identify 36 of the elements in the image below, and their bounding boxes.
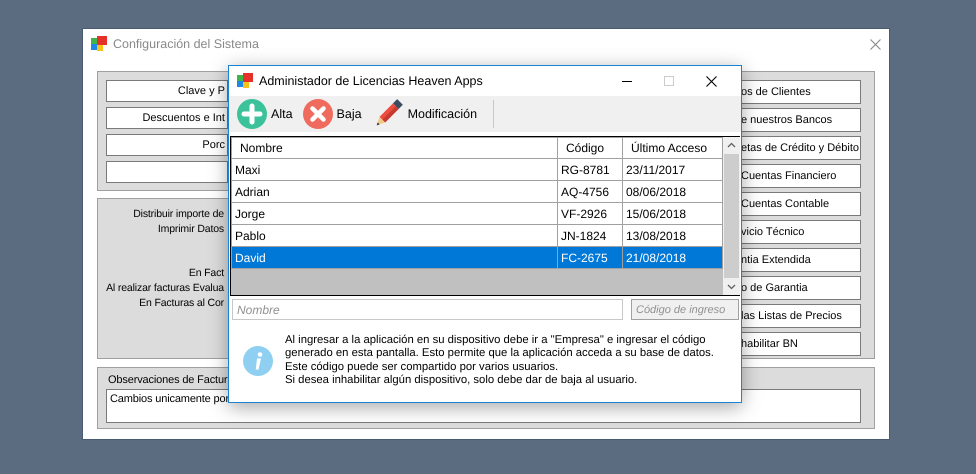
settings-button[interactable]: Descuentos e Int — [106, 107, 228, 129]
table-cell[interactable]: 23/11/2017 — [622, 158, 722, 180]
settings-button[interactable] — [106, 161, 228, 183]
close-icon[interactable] — [706, 76, 717, 86]
option-label: Al realizar facturas Evalua — [105, 281, 226, 296]
add-button[interactable]: Alta — [233, 97, 299, 131]
table-cell[interactable]: 21/08/2018 — [622, 246, 722, 268]
column-header[interactable]: Nombre — [232, 138, 558, 158]
name-field[interactable]: Nombre — [232, 299, 623, 320]
delete-button[interactable]: Baja — [298, 97, 368, 131]
table-cell[interactable]: 15/06/2018 — [622, 202, 722, 224]
table-cell[interactable]: 08/06/2018 — [622, 180, 722, 202]
column-header[interactable]: Código — [558, 138, 622, 158]
table-cell[interactable]: Jorge — [232, 202, 558, 224]
table-cell[interactable]: Maxi — [232, 158, 558, 180]
settings-button[interactable]: Clave y P — [106, 80, 228, 102]
dialog-title: Administador de Licencias Heaven Apps — [259, 72, 483, 90]
table-cell[interactable]: VF-2926 — [558, 202, 622, 224]
column-header[interactable]: Último Acceso — [622, 138, 722, 158]
edit-button[interactable]: Modificación — [368, 97, 484, 131]
info-text: Al ingresar a la aplicación en su dispositivo debe ir a "Empresa" e ingresar el código generado en esta pantalla. Esto permite que la aplicación acceda a su base de datos. Este código puede ser compartido por varios usuarios. Si desea inhabilitar algún dispositivo, solo debe dar de baja al usuario. — [285, 334, 714, 388]
table-cell[interactable]: David — [232, 246, 558, 268]
delete-icon — [302, 99, 333, 129]
option-label: En Fact — [188, 266, 226, 281]
settings-button[interactable]: Porc — [106, 134, 228, 156]
table-cell[interactable]: AQ-4756 — [558, 180, 622, 202]
observations-label: Observaciones de Factur — [108, 373, 228, 388]
plus-icon — [237, 99, 267, 129]
app-logo-icon — [237, 73, 253, 89]
app-logo-icon — [91, 36, 107, 52]
table-cell[interactable]: Adrian — [232, 180, 558, 202]
scroll-bar[interactable] — [723, 137, 740, 295]
window-title: Configuración del Sistema — [113, 36, 259, 53]
table-cell[interactable]: RG-8781 — [558, 158, 622, 180]
info-icon — [243, 346, 273, 376]
table-cell[interactable]: FC-2675 — [558, 246, 622, 268]
